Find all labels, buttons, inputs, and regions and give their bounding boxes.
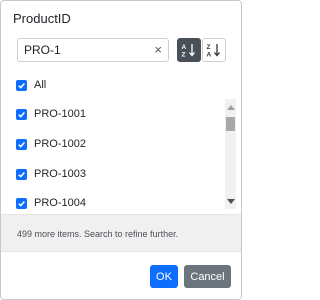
checkbox-checked-icon[interactable] <box>16 168 27 180</box>
scrollbar[interactable] <box>225 99 236 209</box>
list-item[interactable]: PRO-1002 <box>16 136 86 152</box>
sort-descending-button[interactable]: Z A <box>202 38 226 62</box>
list-item[interactable]: PRO-1001 <box>16 106 86 122</box>
list-item-label: PRO-1002 <box>34 138 86 150</box>
svg-text:A: A <box>182 44 187 51</box>
checkbox-checked-icon[interactable] <box>16 79 27 91</box>
scroll-up-arrow-icon[interactable] <box>227 105 235 110</box>
svg-text:A: A <box>207 52 212 59</box>
cancel-button[interactable]: Cancel <box>184 265 231 288</box>
scrollbar-thumb[interactable] <box>226 117 235 131</box>
list-item-label: All <box>34 79 47 91</box>
checkbox-checked-icon[interactable] <box>16 197 27 209</box>
checkbox-list: All PRO-1001 PRO-1002 PRO-1003 PRO-1004 <box>1 72 241 214</box>
more-items-text: 499 more items. Search to refine further… <box>17 229 179 239</box>
ok-button[interactable]: OK <box>150 265 178 288</box>
list-item-label: PRO-1001 <box>34 108 86 120</box>
sort-descending-icon: Z A <box>207 44 220 59</box>
scroll-down-arrow-icon[interactable] <box>227 199 235 204</box>
svg-text:Z: Z <box>182 52 186 59</box>
more-items-info: 499 more items. Search to refine further… <box>1 214 241 252</box>
sort-ascending-button[interactable]: A Z <box>177 38 201 62</box>
list-item-label: PRO-1004 <box>34 197 86 209</box>
svg-text:Z: Z <box>207 44 211 51</box>
list-item[interactable]: PRO-1003 <box>16 166 86 182</box>
list-item[interactable]: All <box>16 77 46 93</box>
sort-ascending-icon: A Z <box>182 44 195 59</box>
checkbox-checked-icon[interactable] <box>16 108 27 120</box>
search-box[interactable]: × <box>17 38 169 62</box>
list-item-label: PRO-1003 <box>34 168 86 180</box>
search-input[interactable] <box>18 39 150 61</box>
checkbox-checked-icon[interactable] <box>16 138 27 150</box>
list-item[interactable]: PRO-1004 <box>16 195 86 211</box>
clear-icon[interactable]: × <box>154 42 162 58</box>
dialog-title: ProductID <box>13 11 71 26</box>
filter-dialog: ProductID × A Z Z A All <box>0 0 242 300</box>
